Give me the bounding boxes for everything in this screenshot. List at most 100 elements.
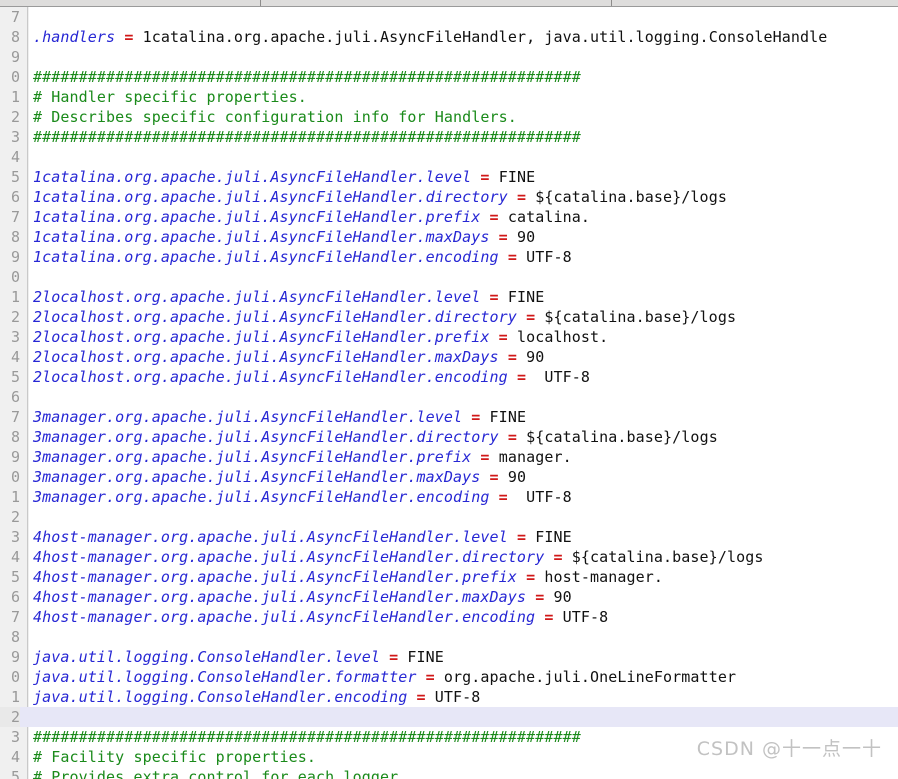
code-line[interactable]: 9	[0, 47, 898, 67]
line-number: 3	[10, 728, 20, 746]
token-eq: =	[535, 588, 545, 606]
token-val: org.apache.juli.OneLineFormatter	[434, 668, 737, 686]
code-line[interactable]: 4 4host-manager.org.apache.juli.AsyncFile…	[0, 547, 898, 567]
code-text: # Describes specific configuration info …	[33, 107, 517, 127]
code-line[interactable]: 7 4host-manager.org.apache.juli.AsyncFile…	[0, 607, 898, 627]
scrollbar-segment-middle[interactable]	[261, 0, 612, 6]
token-key: 2localhost.org.apache.juli.AsyncFileHand…	[33, 288, 490, 306]
code-line[interactable]: 8 3manager.org.apache.juli.AsyncFileHandl…	[0, 427, 898, 447]
token-key: 2localhost.org.apache.juli.AsyncFileHand…	[33, 308, 527, 326]
code-text: # Provides extra control for each logger…	[33, 767, 407, 779]
code-line[interactable]: 8 1catalina.org.apache.juli.AsyncFileHand…	[0, 227, 898, 247]
code-line[interactable]: 7 3manager.org.apache.juli.AsyncFileHandl…	[0, 407, 898, 427]
code-text: .handlers = 1catalina.org.apache.juli.As…	[33, 27, 827, 47]
line-number: 2	[0, 707, 20, 727]
code-line[interactable]: 9 1catalina.org.apache.juli.AsyncFileHand…	[0, 247, 898, 267]
token-key: java.util.logging.ConsoleHandler.formatt…	[33, 668, 426, 686]
code-text: 3manager.org.apache.juli.AsyncFileHandle…	[33, 447, 572, 467]
code-line[interactable]: 0 3manager.org.apache.juli.AsyncFileHandl…	[0, 467, 898, 487]
code-line[interactable]: 1 java.util.logging.ConsoleHandler.encodi…	[0, 687, 898, 707]
code-line[interactable]: 0	[0, 267, 898, 287]
line-number: 4	[10, 148, 20, 166]
token-eq: =	[526, 308, 536, 326]
token-key: 4host-manager.org.apache.juli.AsyncFileH…	[33, 528, 517, 546]
code-line[interactable]: 5 # Provides extra control for each logge…	[0, 767, 898, 779]
code-line[interactable]: 1 3manager.org.apache.juli.AsyncFileHandl…	[0, 487, 898, 507]
code-text: # Facility specific properties.	[33, 747, 316, 767]
code-line[interactable]: 9 java.util.logging.ConsoleHandler.level …	[0, 647, 898, 667]
token-val: localhost.	[507, 328, 609, 346]
token-val: 90	[498, 468, 527, 486]
code-line[interactable]: 2 2localhost.org.apache.juli.AsyncFileHan…	[0, 307, 898, 327]
code-text: java.util.logging.ConsoleHandler.formatt…	[33, 667, 736, 687]
code-text: 2localhost.org.apache.juli.AsyncFileHand…	[33, 327, 608, 347]
code-line[interactable]: 2 # Describes specific configuration info…	[0, 107, 898, 127]
scrollbar-segment-left[interactable]	[0, 0, 261, 6]
code-line[interactable]: 5 4host-manager.org.apache.juli.AsyncFile…	[0, 567, 898, 587]
code-line-current[interactable]: 2	[0, 707, 898, 727]
code-line[interactable]: 3 #######################################…	[0, 127, 898, 147]
code-line[interactable]: 7 1catalina.org.apache.juli.AsyncFileHand…	[0, 207, 898, 227]
code-line[interactable]: 8	[0, 627, 898, 647]
code-text: 1catalina.org.apache.juli.AsyncFileHandl…	[33, 207, 590, 227]
token-val: catalina.	[498, 208, 590, 226]
token-key: java.util.logging.ConsoleHandler.encodin…	[33, 688, 417, 706]
token-val: FINE	[526, 528, 572, 546]
code-line[interactable]: 1 2localhost.org.apache.juli.AsyncFileHan…	[0, 287, 898, 307]
code-line[interactable]: 0 java.util.logging.ConsoleHandler.format…	[0, 667, 898, 687]
top-scrollbar[interactable]	[0, 0, 898, 7]
token-key: java.util.logging.ConsoleHandler.level	[33, 648, 390, 666]
code-line[interactable]: 1 # Handler specific properties.	[0, 87, 898, 107]
line-number: 3	[10, 128, 20, 146]
token-val: FINE	[498, 288, 545, 306]
code-text: 1catalina.org.apache.juli.AsyncFileHandl…	[33, 227, 535, 247]
token-val: UTF-8	[425, 688, 481, 706]
code-text: 1catalina.org.apache.juli.AsyncFileHandl…	[33, 247, 572, 267]
token-eq: =	[416, 688, 426, 706]
code-line[interactable]: 6 4host-manager.org.apache.juli.AsyncFile…	[0, 587, 898, 607]
code-line[interactable]: 5 1catalina.org.apache.juli.AsyncFileHand…	[0, 167, 898, 187]
line-number: 9	[10, 448, 20, 466]
line-number: 0	[10, 268, 20, 286]
code-line[interactable]: 4 2localhost.org.apache.juli.AsyncFileHan…	[0, 347, 898, 367]
code-line[interactable]: 9 3manager.org.apache.juli.AsyncFileHandl…	[0, 447, 898, 467]
line-number: 8	[10, 228, 20, 246]
code-line[interactable]: 5 2localhost.org.apache.juli.AsyncFileHan…	[0, 367, 898, 387]
code-text: 4host-manager.org.apache.juli.AsyncFileH…	[33, 607, 608, 627]
code-line[interactable]: 3 4host-manager.org.apache.juli.AsyncFile…	[0, 527, 898, 547]
code-text: 2localhost.org.apache.juli.AsyncFileHand…	[33, 287, 544, 307]
code-text: 2localhost.org.apache.juli.AsyncFileHand…	[33, 347, 544, 367]
token-val: UTF-8	[553, 608, 609, 626]
token-key: 3manager.org.apache.juli.AsyncFileHandle…	[33, 428, 508, 446]
code-line[interactable]: 3 2localhost.org.apache.juli.AsyncFileHan…	[0, 327, 898, 347]
code-line[interactable]: 7	[0, 7, 898, 27]
token-key: 4host-manager.org.apache.juli.AsyncFileH…	[33, 568, 527, 586]
code-line[interactable]: 2	[0, 507, 898, 527]
line-number: 4	[10, 548, 20, 566]
token-key: 3manager.org.apache.juli.AsyncFileHandle…	[33, 408, 472, 426]
code-line[interactable]: 6	[0, 387, 898, 407]
token-eq: =	[425, 668, 435, 686]
token-key: 2localhost.org.apache.juli.AsyncFileHand…	[33, 328, 499, 346]
line-number: 0	[10, 668, 20, 686]
scrollbar-segment-right[interactable]	[612, 0, 898, 6]
line-number: 5	[10, 368, 20, 386]
code-text: 3manager.org.apache.juli.AsyncFileHandle…	[33, 427, 718, 447]
code-line[interactable]: 4	[0, 147, 898, 167]
code-line[interactable]: 8 .handlers = 1catalina.org.apache.juli.A…	[0, 27, 898, 47]
code-line[interactable]: 0 #######################################…	[0, 67, 898, 87]
token-comment: ########################################…	[33, 728, 581, 746]
token-eq: =	[498, 488, 508, 506]
token-val: ${catalina.base}/logs	[535, 308, 737, 326]
line-number: 1	[10, 288, 20, 306]
editor-window: 7 8 .handlers = 1catalina.org.apache.juli.…	[0, 0, 898, 779]
code-text: 1catalina.org.apache.juli.AsyncFileHandl…	[33, 167, 535, 187]
line-number: 7	[10, 8, 20, 26]
code-text: ########################################…	[33, 127, 581, 147]
code-editor[interactable]: 7 8 .handlers = 1catalina.org.apache.juli.…	[0, 7, 898, 779]
code-text: 1catalina.org.apache.juli.AsyncFileHandl…	[33, 187, 727, 207]
code-lines[interactable]: 7 8 .handlers = 1catalina.org.apache.juli.…	[0, 7, 898, 779]
code-line[interactable]: 6 1catalina.org.apache.juli.AsyncFileHand…	[0, 187, 898, 207]
line-number: 4	[10, 348, 20, 366]
code-text: java.util.logging.ConsoleHandler.encodin…	[33, 687, 480, 707]
